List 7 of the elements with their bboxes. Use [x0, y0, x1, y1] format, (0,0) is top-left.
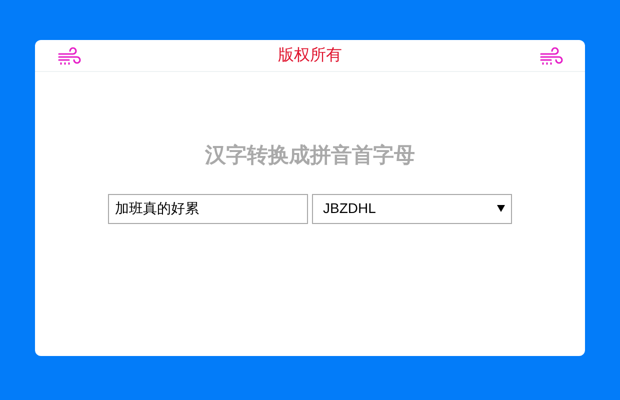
wind-icon: [539, 46, 563, 64]
pinyin-select[interactable]: JBZDHL: [312, 194, 512, 224]
header-title: 版权所有: [278, 46, 342, 66]
text-input[interactable]: 加班真的好累: [108, 194, 308, 224]
caret-icon: [497, 205, 505, 212]
wind-icon: [57, 46, 81, 64]
page-heading: 汉字转换成拼音首字母: [205, 142, 415, 169]
